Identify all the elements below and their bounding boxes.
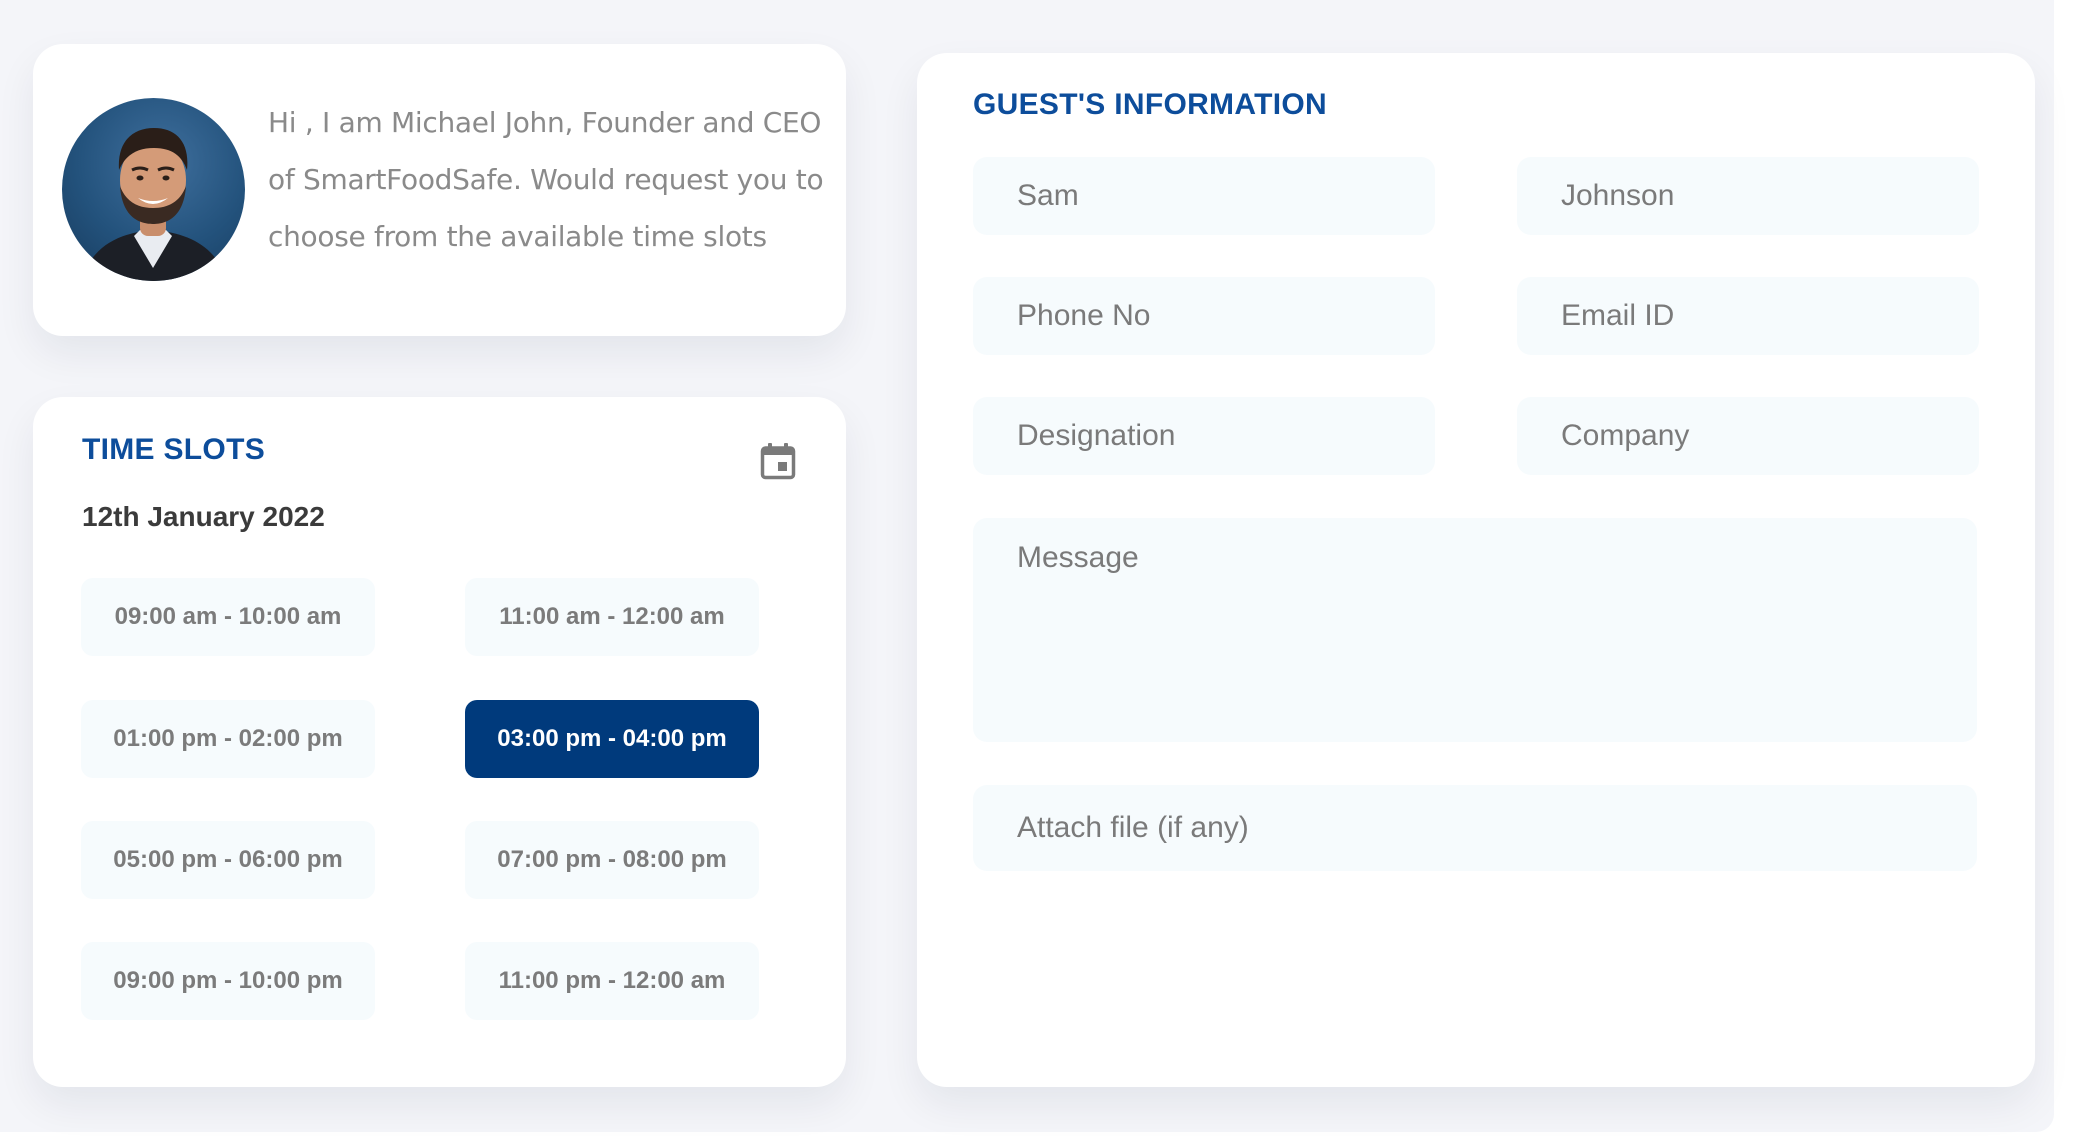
time-slot-0700pm[interactable]: 07:00 pm - 08:00 pm [465,821,759,899]
time-slot-0900am[interactable]: 09:00 am - 10:00 am [81,578,375,656]
designation-input[interactable] [973,397,1435,475]
time-slots-title: TIME SLOTS [82,433,265,466]
calendar-icon[interactable] [760,442,796,480]
phone-input[interactable] [973,277,1435,355]
last-name-input[interactable] [1517,157,1979,235]
email-input[interactable] [1517,277,1979,355]
attach-file-button[interactable]: Attach file (if any) [973,785,1977,871]
company-input[interactable] [1517,397,1979,475]
guest-information-card: GUEST'S INFORMATION Attach file (if any) [917,53,2035,1087]
founder-avatar [62,98,245,281]
time-slot-0100pm[interactable]: 01:00 pm - 02:00 pm [81,700,375,778]
founder-intro-card: Hi , I am Michael John, Founder and CEO … [33,44,846,336]
message-textarea[interactable] [973,518,1977,742]
first-name-input[interactable] [973,157,1435,235]
guest-information-title: GUEST'S INFORMATION [973,88,1327,121]
founder-intro-message: Hi , I am Michael John, Founder and CEO … [268,106,824,253]
time-slot-1100am[interactable]: 11:00 am - 12:00 am [465,578,759,656]
time-slot-1100pm[interactable]: 11:00 pm - 12:00 am [465,942,759,1020]
selected-date: 12th January 2022 [82,501,325,532]
time-slot-0900pm[interactable]: 09:00 pm - 10:00 pm [81,942,375,1020]
time-slots-card: TIME SLOTS 12th January 2022 09:00 am - … [33,397,846,1087]
time-slot-0500pm[interactable]: 05:00 pm - 06:00 pm [81,821,375,899]
time-slot-0300pm-selected[interactable]: 03:00 pm - 04:00 pm [465,700,759,778]
page-background: Hi , I am Michael John, Founder and CEO … [0,0,2054,1132]
